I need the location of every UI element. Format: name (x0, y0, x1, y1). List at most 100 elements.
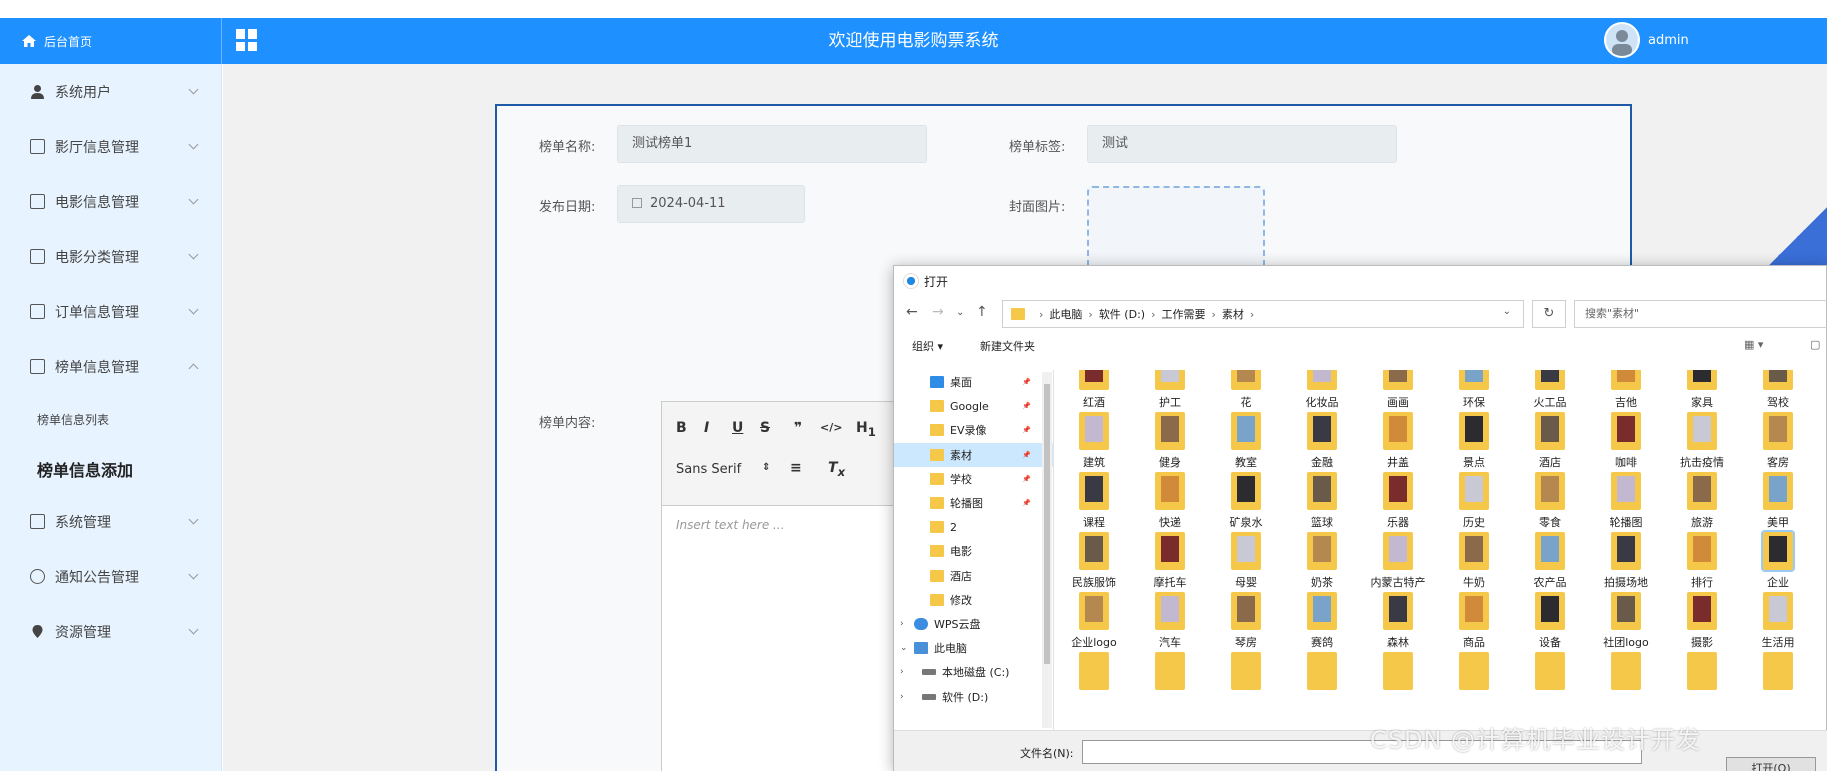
folder-item[interactable] (1060, 652, 1134, 694)
folder-item[interactable]: 火工品 (1510, 370, 1590, 410)
breadcrumb-item[interactable]: 此电脑 (1049, 306, 1082, 322)
up-arrow-icon[interactable]: ↑ (976, 304, 988, 320)
code-icon[interactable]: </> (820, 421, 842, 434)
sidebar-item-system[interactable]: 系统管理 (0, 494, 221, 549)
sidebar-item-orders[interactable]: 订单信息管理 (0, 284, 221, 339)
folder-item[interactable]: 客房 (1738, 412, 1818, 470)
folder-item[interactable]: 课程 (1060, 472, 1134, 530)
menu-grid-icon[interactable] (236, 29, 258, 51)
folder-item[interactable]: 赛鸽 (1282, 592, 1362, 650)
tree-item[interactable]: 学校 📌 (894, 467, 1053, 491)
tree-item[interactable]: ⌄ 此电脑 (894, 636, 1053, 660)
home-link[interactable]: 后台首页 (0, 18, 222, 64)
tree-item[interactable]: EV录像 📌 (894, 418, 1053, 442)
folder-item[interactable]: 井盖 (1358, 412, 1438, 470)
tree-item[interactable]: 修改 (894, 588, 1053, 612)
folder-item[interactable]: 篮球 (1282, 472, 1362, 530)
folder-item[interactable]: 轮播图 (1586, 472, 1666, 530)
refresh-button[interactable]: ↻ (1532, 300, 1566, 328)
folder-item[interactable]: 社团logo (1586, 592, 1666, 650)
folder-item[interactable]: 化妆品 (1282, 370, 1362, 410)
recent-dropdown-icon[interactable]: ⌄ (956, 307, 964, 318)
folder-item[interactable]: 旅游 (1662, 472, 1742, 530)
folder-item[interactable]: 乐器 (1358, 472, 1438, 530)
chevron-right-icon[interactable]: › (900, 619, 904, 629)
folder-item[interactable]: 花 (1206, 370, 1286, 410)
sidebar-item-rankings[interactable]: 榜单信息管理 (0, 339, 221, 394)
folder-item[interactable]: 内蒙古特产 (1358, 532, 1438, 590)
forward-arrow-icon[interactable]: → (932, 304, 944, 320)
sidebar-subitem-ranking-add[interactable]: 榜单信息添加 (0, 444, 221, 494)
date-picker[interactable]: 2024-04-11 (617, 185, 805, 223)
view-options-icon[interactable]: ▦ ▾ (1744, 338, 1763, 351)
chevron-down-icon[interactable]: ⌄ (1503, 306, 1511, 317)
sidebar-item-hall[interactable]: 影厅信息管理 (0, 119, 221, 174)
folder-item[interactable]: 环保 (1434, 370, 1514, 410)
cover-upload[interactable] (1087, 186, 1265, 274)
folder-item[interactable] (1282, 652, 1362, 694)
folder-item[interactable]: 建筑 (1060, 412, 1134, 470)
folder-item[interactable]: 商品 (1434, 592, 1514, 650)
folder-item[interactable]: 快递 (1130, 472, 1210, 530)
italic-button[interactable]: I (704, 420, 709, 436)
tree-item[interactable]: 电影 (894, 539, 1053, 563)
folder-item[interactable] (1130, 652, 1210, 694)
folder-item[interactable]: 企业 (1738, 530, 1818, 590)
folder-item[interactable]: 景点 (1434, 412, 1514, 470)
back-arrow-icon[interactable]: ← (906, 304, 918, 320)
breadcrumb-item[interactable]: 软件 (D:) (1099, 306, 1145, 322)
sidebar-item-resources[interactable]: 资源管理 (0, 604, 221, 659)
folder-item[interactable] (1738, 652, 1818, 694)
folder-item[interactable] (1434, 652, 1514, 694)
preview-pane-icon[interactable]: ▢ (1810, 338, 1820, 351)
folder-item[interactable]: 农产品 (1510, 532, 1590, 590)
folder-item[interactable]: 吉他 (1586, 370, 1666, 410)
tree-scrollbar[interactable] (1042, 372, 1052, 728)
sidebar-item-users[interactable]: 系统用户 (0, 64, 221, 119)
folder-item[interactable]: 森林 (1358, 592, 1438, 650)
strike-button[interactable]: S (760, 420, 770, 436)
folder-item[interactable]: 教室 (1206, 412, 1286, 470)
chevron-right-icon[interactable]: › (900, 692, 904, 702)
breadcrumb-item[interactable]: 工作需要 (1161, 306, 1205, 322)
sidebar-subitem-ranking-list[interactable]: 榜单信息列表 (0, 394, 221, 444)
align-icon[interactable]: ≡ (790, 460, 802, 476)
tree-item[interactable]: › 本地磁盘 (C:) (894, 660, 1053, 684)
username[interactable]: admin (1648, 18, 1689, 64)
folder-item[interactable]: 抗击疫情 (1662, 412, 1742, 470)
folder-item[interactable]: 护工 (1130, 370, 1210, 410)
folder-item[interactable]: 咖啡 (1586, 412, 1666, 470)
breadcrumb-item[interactable]: 素材 (1222, 306, 1244, 322)
folder-item[interactable]: 生活用 (1738, 592, 1818, 650)
folder-item[interactable]: 金融 (1282, 412, 1362, 470)
bold-button[interactable]: B (676, 420, 687, 436)
search-input[interactable]: 搜索"素材" (1574, 300, 1827, 328)
folder-item[interactable]: 民族服饰 (1060, 532, 1134, 590)
folder-item[interactable]: 矿泉水 (1206, 472, 1286, 530)
address-bar[interactable]: › 此电脑 › 软件 (D:) › 工作需要 › 素材 › ⌄ (1002, 300, 1524, 328)
heading-button[interactable]: H1 (856, 420, 876, 439)
folder-item[interactable]: 健身 (1130, 412, 1210, 470)
folder-item[interactable]: 酒店 (1510, 412, 1590, 470)
folder-item[interactable]: 零食 (1510, 472, 1590, 530)
tree-item[interactable]: 酒店 (894, 564, 1053, 588)
chevron-right-icon[interactable]: › (900, 667, 904, 677)
folder-item[interactable]: 摄影 (1662, 592, 1742, 650)
sidebar-item-movie[interactable]: 电影信息管理 (0, 174, 221, 229)
folder-item[interactable]: 母婴 (1206, 532, 1286, 590)
tree-item[interactable]: 素材 📌 (894, 442, 1053, 467)
clear-format-icon[interactable]: Tx (828, 460, 845, 479)
chevron-down-icon[interactable]: ⌄ (900, 643, 908, 653)
tree-item[interactable]: 2 (894, 515, 1053, 539)
tree-item[interactable]: › WPS云盘 (894, 612, 1053, 636)
folder-item[interactable]: 设备 (1510, 592, 1590, 650)
sidebar-item-notices[interactable]: 通知公告管理 (0, 549, 221, 604)
folder-item[interactable]: 驾校 (1738, 370, 1818, 410)
folder-item[interactable]: 琴房 (1206, 592, 1286, 650)
open-button[interactable]: 打开(O) (1726, 757, 1816, 771)
organize-button[interactable]: 组织 ▾ (912, 338, 943, 354)
folder-item[interactable]: 汽车 (1130, 592, 1210, 650)
tree-item[interactable]: 桌面 📌 (894, 370, 1053, 394)
quote-icon[interactable]: ❞ (794, 420, 802, 436)
folder-item[interactable] (1586, 652, 1666, 694)
